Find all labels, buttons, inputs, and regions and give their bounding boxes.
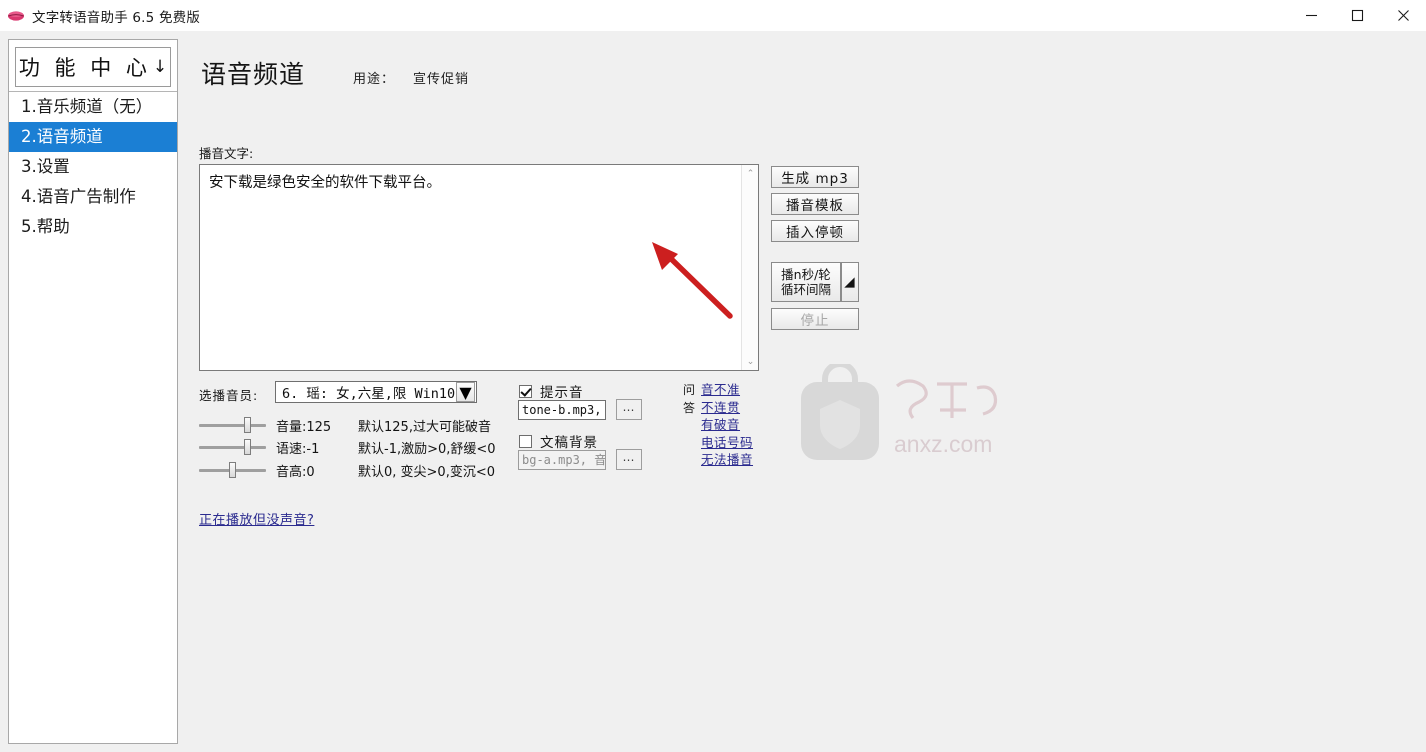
playing-no-sound-link[interactable]: 正在播放但没声音? <box>199 509 314 528</box>
volume-hint: 默认125,过大可能破音 <box>358 419 491 435</box>
sidebar-item-settings[interactable]: 3.设置 <box>9 152 177 182</box>
background-file-row: bg-a.mp3, 音量 ⋯ <box>518 449 642 470</box>
background-checkbox[interactable] <box>519 434 532 448</box>
speed-slider[interactable] <box>199 437 266 457</box>
volume-slider-row: 音量:125 默认125,过大可能破音 <box>199 414 491 436</box>
faq-link-list: 音不准 不连贯 有破音 电话号码 无法播音 <box>701 381 753 469</box>
maximize-button[interactable] <box>1334 0 1380 31</box>
faq-link-inaccurate-pronunciation[interactable]: 音不准 <box>701 381 753 399</box>
pitch-slider[interactable] <box>199 460 266 480</box>
loop-interval-line1: 播n秒/轮 <box>781 267 831 282</box>
chevron-down-icon: ↓ <box>152 57 168 77</box>
window-controls <box>1288 0 1426 31</box>
broadcast-text-value[interactable]: 安下载是绿色安全的软件下载平台。 <box>209 173 729 193</box>
page-header: 语音频道 用途： 宣传促销 <box>201 55 469 91</box>
broadcast-text-area[interactable]: 安下载是绿色安全的软件下载平台。 ⌃ ⌄ <box>199 164 759 371</box>
loop-dropdown-button[interactable]: ◢ <box>841 262 859 302</box>
faq-link-distortion[interactable]: 有破音 <box>701 416 753 434</box>
faq-link-cannot-broadcast[interactable]: 无法播音 <box>701 451 753 469</box>
tone-browse-button[interactable]: ⋯ <box>616 399 642 420</box>
speed-hint: 默认-1,激励>0,舒缓<0 <box>358 441 496 457</box>
speed-slider-thumb[interactable] <box>244 439 251 455</box>
stop-button[interactable]: 停止 <box>771 308 859 330</box>
tone-checkbox-label: 提示音 <box>540 385 584 401</box>
lips-icon <box>8 10 24 21</box>
faq-tag-line1: 问 <box>683 383 696 397</box>
broadcast-template-button[interactable]: 播音模板 <box>771 193 859 215</box>
title-bar: 文字转语音助手 6.5 免费版 <box>0 0 1426 32</box>
speed-slider-row: 语速:-1 默认-1,激励>0,舒缓<0 <box>199 436 496 458</box>
sidebar-item-music-channel[interactable]: 1.音乐频道（无） <box>9 92 177 122</box>
sidebar: 功 能 中 心 ↓ 1.音乐频道（无） 2.语音频道 3.设置 4.语音广告制作… <box>8 39 178 744</box>
pitch-value-label: 音高:0 <box>276 464 315 480</box>
volume-slider[interactable] <box>199 415 266 435</box>
announcer-select[interactable]: 6. 瑶: 女,六星,限 Win10 ▼ <box>275 381 477 403</box>
faq-link-phone-number[interactable]: 电话号码 <box>701 434 753 452</box>
loop-interval-line2: 循环间隔 <box>780 282 831 297</box>
background-checkbox-row[interactable]: 文稿背景 <box>519 431 598 451</box>
chevron-down-icon[interactable]: ▼ <box>456 382 475 402</box>
generate-mp3-button[interactable]: 生成 mp3 <box>771 166 859 188</box>
close-button[interactable] <box>1380 0 1426 31</box>
background-file-input[interactable]: bg-a.mp3, 音量 <box>518 449 606 470</box>
volume-slider-thumb[interactable] <box>244 417 251 433</box>
sidebar-menu: 1.音乐频道（无） 2.语音频道 3.设置 4.语音广告制作 5.帮助 <box>9 91 177 242</box>
speed-value-label: 语速:-1 <box>276 441 320 457</box>
tone-checkbox-row[interactable]: 提示音 <box>519 381 584 401</box>
purpose-value: 宣传促销 <box>413 72 470 87</box>
pitch-hint: 默认0, 变尖>0,变沉<0 <box>358 464 495 480</box>
volume-slider-track <box>199 424 266 427</box>
tone-file-row: tone-b.mp3, ⋯ <box>518 399 642 420</box>
tone-checkbox[interactable] <box>519 384 532 398</box>
scroll-down-icon[interactable]: ⌄ <box>742 353 759 370</box>
text-area-scrollbar[interactable]: ⌃ ⌄ <box>741 165 758 370</box>
sidebar-item-help[interactable]: 5.帮助 <box>9 212 177 242</box>
faq-block: 问 答 音不准 不连贯 有破音 电话号码 无法播音 <box>683 381 753 469</box>
application-body: 功 能 中 心 ↓ 1.音乐频道（无） 2.语音频道 3.设置 4.语音广告制作… <box>0 31 1426 752</box>
function-center-label: 功 能 中 心 <box>18 56 151 80</box>
tone-file-input[interactable]: tone-b.mp3, <box>518 399 606 420</box>
svg-text:anxz.com: anxz.com <box>894 431 992 457</box>
background-browse-button[interactable]: ⋯ <box>616 449 642 470</box>
background-checkbox-label: 文稿背景 <box>540 435 598 451</box>
loop-interval-button[interactable]: 播n秒/轮 循环间隔 <box>771 262 841 302</box>
faq-link-not-fluent[interactable]: 不连贯 <box>701 399 753 417</box>
function-center-header[interactable]: 功 能 中 心 ↓ <box>15 47 171 87</box>
window-title: 文字转语音助手 6.5 免费版 <box>32 9 201 26</box>
sidebar-item-voice-channel[interactable]: 2.语音频道 <box>9 122 177 152</box>
announcer-label: 选播音员: <box>199 388 259 403</box>
pitch-slider-thumb[interactable] <box>229 462 236 478</box>
scroll-up-icon[interactable]: ⌃ <box>742 165 759 182</box>
sidebar-item-voice-ad-production[interactable]: 4.语音广告制作 <box>9 182 177 212</box>
page-title: 语音频道 <box>201 60 306 89</box>
pitch-slider-row: 音高:0 默认0, 变尖>0,变沉<0 <box>199 459 495 481</box>
content-pane: 语音频道 用途： 宣传促销 播音文字: 安下载是绿色安全的软件下载平台。 ⌃ ⌄… <box>179 31 1426 752</box>
faq-tag: 问 答 <box>683 381 697 469</box>
volume-value-label: 音量:125 <box>276 419 332 435</box>
insert-pause-button[interactable]: 插入停顿 <box>771 220 859 242</box>
watermark-logo: anxz.com <box>801 364 998 460</box>
broadcast-text-label: 播音文字: <box>199 146 254 161</box>
announcer-selected-value: 6. 瑶: 女,六星,限 Win10 <box>282 386 456 402</box>
faq-tag-line2: 答 <box>683 401 696 415</box>
minimize-button[interactable] <box>1288 0 1334 31</box>
speed-slider-track <box>199 446 266 449</box>
purpose-label: 用途： <box>353 72 396 87</box>
